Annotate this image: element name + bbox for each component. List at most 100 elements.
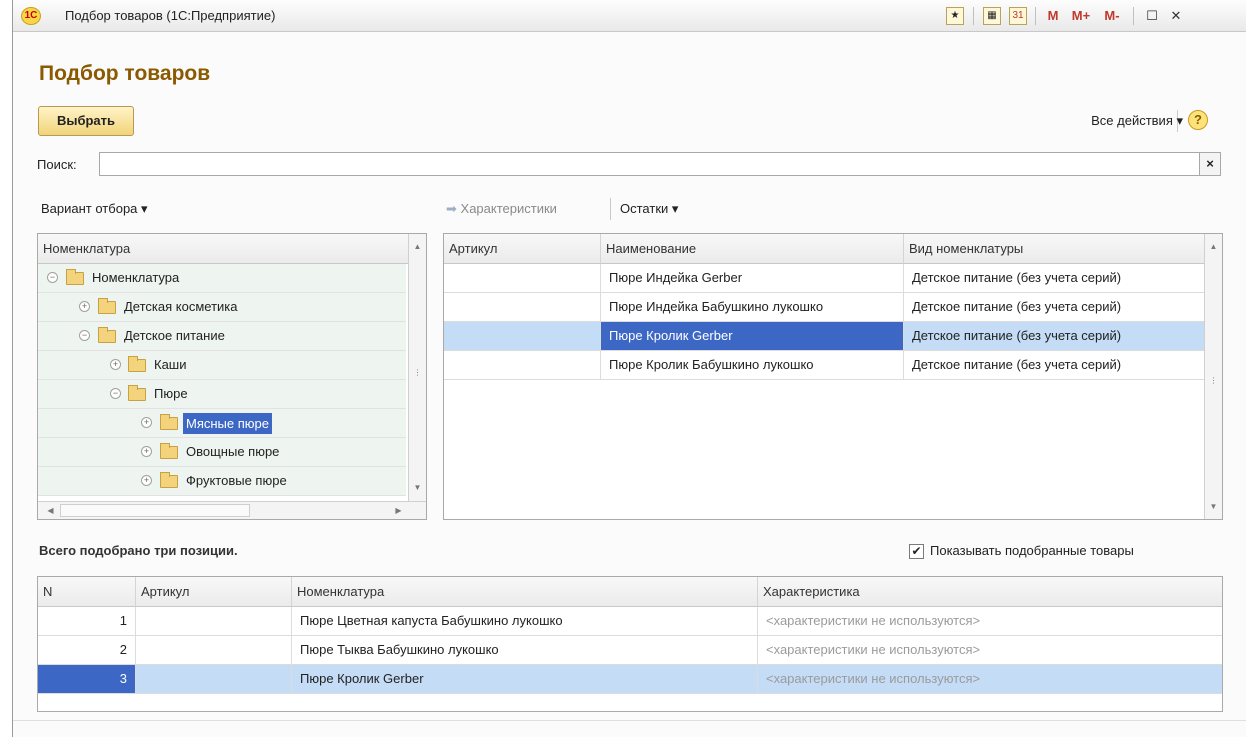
title-bar: 1С Подбор товаров (1С:Предприятие) ★ ▦ 3… — [13, 0, 1246, 32]
tree-vertical-scrollbar[interactable]: ▲ ⋮ ▼ — [408, 234, 426, 501]
characteristics-button[interactable]: ➡ Характеристики — [446, 201, 557, 217]
memory-minus-button[interactable]: M- — [1099, 6, 1125, 26]
tree-item-label: Номенклатура — [92, 270, 180, 285]
table-row[interactable]: 2 Пюре Тыква Бабушкино лукошко <характер… — [38, 636, 1222, 665]
search-input[interactable] — [99, 152, 1201, 176]
memory-plus-button[interactable]: M+ — [1067, 6, 1095, 26]
expand-icon[interactable]: + — [110, 359, 121, 370]
expand-icon[interactable]: + — [141, 475, 152, 486]
cell-name: Пюре Кролик Gerber — [601, 322, 904, 350]
expand-icon[interactable]: + — [79, 301, 90, 312]
divider — [13, 720, 1246, 721]
column-header-characteristic[interactable]: Характеристика — [758, 577, 1222, 607]
table-row[interactable]: Пюре Индейка Gerber Детское питание (без… — [444, 264, 1206, 293]
cell-article — [136, 665, 292, 693]
cell-characteristic: <характеристики не используются> — [766, 642, 981, 657]
scroll-up-icon[interactable]: ▲ — [1205, 238, 1222, 256]
cell-article — [444, 293, 601, 321]
column-header-kind[interactable]: Вид номенклатуры — [904, 234, 1206, 264]
cell-characteristic: <характеристики не используются> — [766, 613, 981, 628]
cell-kind: Детское питание (без учета серий) — [904, 264, 1206, 292]
cell-n: 3 — [38, 665, 136, 693]
all-actions-menu[interactable]: Все действия ▾ — [1091, 113, 1183, 129]
tree-item-label: Детская косметика — [124, 299, 238, 314]
tree-horizontal-scrollbar[interactable]: ◀ ⋯ ▶ — [38, 501, 426, 519]
calendar-icon[interactable]: 31 — [1009, 7, 1027, 25]
cell-article — [444, 264, 601, 292]
expand-icon[interactable]: + — [141, 417, 152, 428]
tree-item-label: Овощные пюре — [186, 444, 280, 459]
cell-name: Пюре Индейка Gerber — [601, 264, 904, 292]
show-selected-checkbox[interactable]: ✔ — [909, 544, 924, 559]
cell-n: 1 — [38, 607, 136, 635]
column-header-article[interactable]: Артикул — [136, 577, 292, 607]
table-row[interactable]: 1 Пюре Цветная капуста Бабушкино лукошко… — [38, 607, 1222, 636]
column-header-n[interactable]: N — [38, 577, 136, 607]
scroll-thumb[interactable] — [60, 504, 250, 517]
cell-name: Пюре Индейка Бабушкино лукошко — [601, 293, 904, 321]
calculator-icon[interactable]: ▦ — [983, 7, 1001, 25]
table-row[interactable]: Пюре Кролик Бабушкино лукошко Детское пи… — [444, 351, 1206, 380]
scroll-grip-icon[interactable]: ⋮ — [1205, 372, 1222, 390]
table-row-selected[interactable]: Пюре Кролик Gerber Детское питание (без … — [444, 322, 1206, 351]
table-row[interactable]: Пюре Индейка Бабушкино лукошко Детское п… — [444, 293, 1206, 322]
tree-header[interactable]: Номенклатура — [38, 234, 409, 264]
favorites-icon[interactable]: ★ — [946, 7, 964, 25]
tree-item[interactable]: + Детская косметика — [38, 293, 406, 322]
cell-kind: Детское питание (без учета серий) — [904, 351, 1206, 379]
column-header-nomenclature[interactable]: Номенклатура — [292, 577, 758, 607]
goods-table[interactable]: Артикул Наименование Вид номенклатуры Пю… — [443, 233, 1223, 520]
tree-item[interactable]: + Овощные пюре — [38, 438, 406, 467]
toolbar-separator — [1035, 7, 1036, 25]
folder-icon — [98, 298, 116, 314]
maximize-icon[interactable]: ☐ — [1141, 6, 1163, 26]
memory-button[interactable]: M — [1043, 6, 1063, 26]
show-selected-label[interactable]: Показывать подобранные товары — [930, 543, 1134, 558]
scroll-down-icon[interactable]: ▼ — [409, 479, 426, 497]
cell-nomenclature: Пюре Кролик Gerber — [292, 665, 758, 693]
page-title: Подбор товаров — [39, 62, 211, 85]
tree-item[interactable]: − Пюре — [38, 380, 406, 409]
cell-kind: Детское питание (без учета серий) — [904, 293, 1206, 321]
category-tree[interactable]: Номенклатура − Номенклатура + Детская ко… — [37, 233, 427, 520]
folder-icon — [128, 385, 146, 401]
filter-variant-menu[interactable]: Вариант отбора ▾ — [41, 201, 148, 217]
folder-icon — [160, 472, 178, 488]
cell-article — [136, 636, 292, 664]
tree-item[interactable]: − Детское питание — [38, 322, 406, 351]
folder-icon — [160, 414, 178, 430]
scroll-right-icon[interactable]: ▶ — [390, 502, 407, 519]
expand-icon[interactable]: + — [141, 446, 152, 457]
tree-item-selected[interactable]: + Мясные пюре — [38, 409, 406, 438]
table-row-selected[interactable]: 3 Пюре Кролик Gerber <характеристики не … — [38, 665, 1222, 694]
tree-item-label: Фруктовые пюре — [186, 473, 287, 488]
cell-article — [444, 351, 601, 379]
remains-menu[interactable]: Остатки ▾ — [620, 201, 678, 217]
scroll-down-icon[interactable]: ▼ — [1205, 498, 1222, 516]
close-icon[interactable]: ✕ — [1165, 6, 1187, 26]
tree-item[interactable]: + Фруктовые пюре — [38, 467, 406, 496]
cell-name: Пюре Кролик Бабушкино лукошко — [601, 351, 904, 379]
column-header-name[interactable]: Наименование — [601, 234, 904, 264]
tree-item[interactable]: + Каши — [38, 351, 406, 380]
scroll-grip-icon[interactable]: ⋮ — [409, 364, 426, 382]
window-title: Подбор товаров (1С:Предприятие) — [65, 8, 276, 23]
help-icon[interactable]: ? — [1188, 110, 1208, 130]
cell-article — [136, 607, 292, 635]
clear-search-icon[interactable]: × — [1199, 152, 1221, 176]
collapse-icon[interactable]: − — [110, 388, 121, 399]
select-button[interactable]: Выбрать — [38, 106, 134, 136]
tree-item[interactable]: − Номенклатура — [38, 264, 406, 293]
collapse-icon[interactable]: − — [47, 272, 58, 283]
tree-item-label: Каши — [154, 357, 187, 372]
scroll-up-icon[interactable]: ▲ — [409, 238, 426, 256]
picked-items-table[interactable]: N Артикул Номенклатура Характеристика 1 … — [37, 576, 1223, 712]
app-window: 1С Подбор товаров (1С:Предприятие) ★ ▦ 3… — [12, 0, 1246, 737]
goods-vertical-scrollbar[interactable]: ▲ ⋮ ▼ — [1204, 234, 1222, 519]
toolbar-separator — [1133, 7, 1134, 25]
collapse-icon[interactable]: − — [79, 330, 90, 341]
column-header-article[interactable]: Артикул — [444, 234, 601, 264]
cell-n: 2 — [38, 636, 136, 664]
scroll-left-icon[interactable]: ◀ — [42, 502, 59, 519]
folder-icon — [160, 443, 178, 459]
